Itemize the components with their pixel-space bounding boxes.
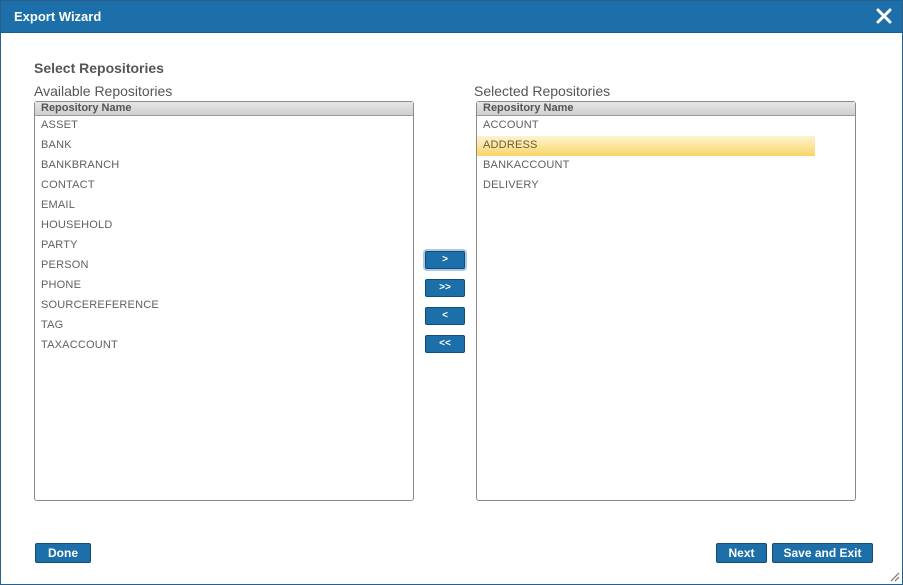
list-item[interactable]: TAG: [35, 316, 413, 336]
add-one-button[interactable]: >: [425, 251, 465, 269]
available-column-header[interactable]: Repository Name: [35, 102, 413, 116]
selected-column-header[interactable]: Repository Name: [477, 102, 855, 116]
list-item-selected[interactable]: ADDRESS: [477, 136, 815, 156]
add-all-button[interactable]: >>: [425, 279, 465, 297]
list-item[interactable]: PHONE: [35, 276, 413, 296]
list-item[interactable]: BANKBRANCH: [35, 156, 413, 176]
export-wizard-dialog: Export Wizard Select Repositories Availa…: [0, 0, 903, 585]
list-item[interactable]: CONTACT: [35, 176, 413, 196]
available-list-label: Available Repositories: [34, 83, 173, 99]
close-icon[interactable]: [874, 6, 894, 26]
section-title: Select Repositories: [34, 60, 164, 76]
list-item[interactable]: PARTY: [35, 236, 413, 256]
remove-one-button[interactable]: <: [425, 307, 465, 325]
available-items: ASSET BANK BANKBRANCH CONTACT EMAIL HOUSEHOLD…: [35, 116, 413, 356]
selected-repositories-list[interactable]: Repository Name ACCOUNT ADDRESS BANKACCOUN…: [476, 101, 856, 501]
list-item[interactable]: EMAIL: [35, 196, 413, 216]
selected-items: ACCOUNT ADDRESS BANKACCOUNT DELIVERY: [477, 116, 855, 196]
list-item[interactable]: ASSET: [35, 116, 413, 136]
list-item[interactable]: BANK: [35, 136, 413, 156]
list-item[interactable]: HOUSEHOLD: [35, 216, 413, 236]
selected-list-label: Selected Repositories: [474, 83, 611, 99]
list-item[interactable]: DELIVERY: [477, 176, 855, 196]
list-item[interactable]: SOURCEREFERENCE: [35, 296, 413, 316]
resize-grip-icon[interactable]: [888, 570, 900, 582]
list-item[interactable]: TAXACCOUNT: [35, 336, 413, 356]
dialog-titlebar[interactable]: Export Wizard: [1, 1, 902, 33]
list-item[interactable]: ACCOUNT: [477, 116, 855, 136]
next-button[interactable]: Next: [716, 543, 767, 563]
done-button[interactable]: Done: [35, 543, 91, 563]
available-repositories-list[interactable]: Repository Name ASSET BANK BANKBRANCH CONTA…: [34, 101, 414, 501]
save-and-exit-button[interactable]: Save and Exit: [772, 543, 873, 563]
dialog-title: Export Wizard: [14, 9, 102, 24]
list-item[interactable]: BANKACCOUNT: [477, 156, 855, 176]
list-item[interactable]: PERSON: [35, 256, 413, 276]
remove-all-button[interactable]: <<: [425, 335, 465, 353]
